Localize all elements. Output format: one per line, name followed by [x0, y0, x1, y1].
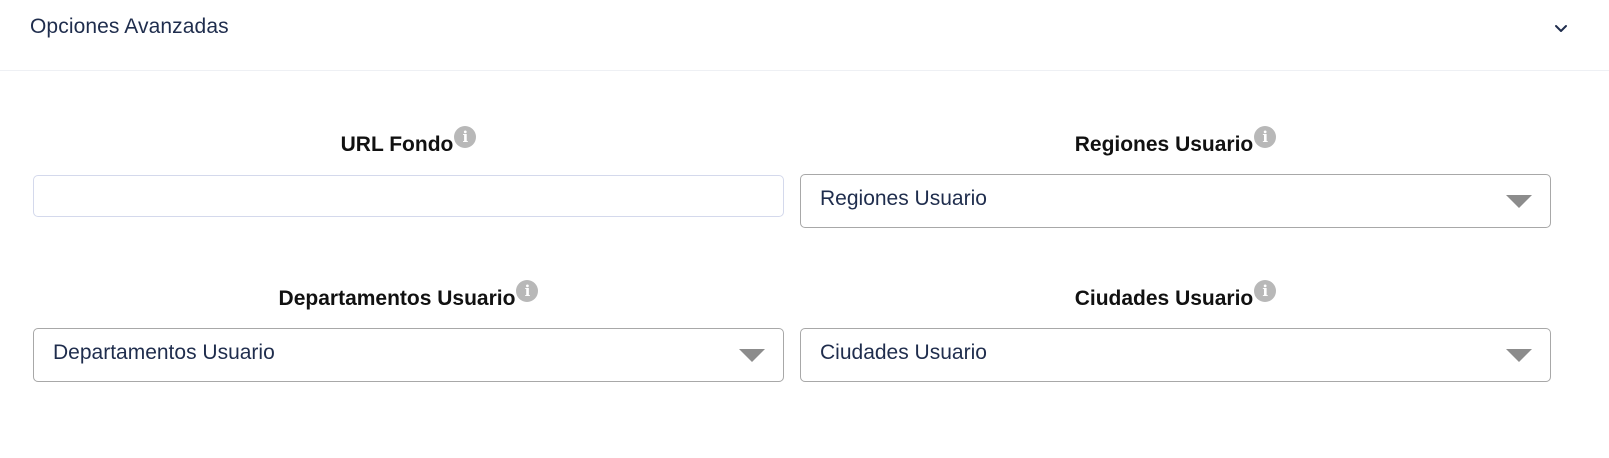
advanced-options-header[interactable]: Opciones Avanzadas	[0, 0, 1609, 71]
departamentos-usuario-select[interactable]: Departamentos Usuario	[33, 328, 784, 382]
advanced-options-panel: Opciones Avanzadas URL Fondo i Regiones U…	[0, 0, 1609, 458]
url-fondo-field: URL Fondo i	[33, 126, 784, 217]
url-fondo-label: URL Fondo	[340, 133, 454, 156]
ciudades-usuario-label: Ciudades Usuario	[1074, 287, 1254, 310]
url-fondo-label-row: URL Fondo i	[33, 126, 784, 164]
info-icon[interactable]: i	[1254, 280, 1277, 302]
info-icon[interactable]: i	[516, 280, 539, 302]
caret-down-icon	[1506, 195, 1532, 208]
info-icon[interactable]: i	[1254, 126, 1277, 148]
ciudades-usuario-field: Ciudades Usuario i Ciudades Usuario	[800, 280, 1551, 382]
ciudades-usuario-label-row: Ciudades Usuario i	[800, 280, 1551, 318]
section-title: Opciones Avanzadas	[30, 15, 229, 38]
regiones-usuario-select[interactable]: Regiones Usuario	[800, 174, 1551, 228]
caret-down-icon	[1506, 349, 1532, 362]
url-fondo-input[interactable]	[33, 175, 784, 217]
departamentos-usuario-field: Departamentos Usuario i Departamentos Usu…	[33, 280, 784, 382]
regiones-usuario-label: Regiones Usuario	[1074, 133, 1254, 156]
regiones-usuario-label-row: Regiones Usuario i	[800, 126, 1551, 164]
regiones-usuario-field: Regiones Usuario i Regiones Usuario	[800, 126, 1551, 228]
departamentos-usuario-label: Departamentos Usuario	[278, 287, 516, 310]
departamentos-usuario-selected: Departamentos Usuario	[53, 341, 275, 364]
regiones-usuario-selected: Regiones Usuario	[820, 187, 987, 210]
caret-down-icon	[739, 349, 765, 362]
ciudades-usuario-selected: Ciudades Usuario	[820, 341, 987, 364]
info-icon[interactable]: i	[454, 126, 477, 148]
departamentos-usuario-label-row: Departamentos Usuario i	[33, 280, 784, 318]
chevron-down-icon[interactable]	[1552, 19, 1570, 37]
ciudades-usuario-select[interactable]: Ciudades Usuario	[800, 328, 1551, 382]
